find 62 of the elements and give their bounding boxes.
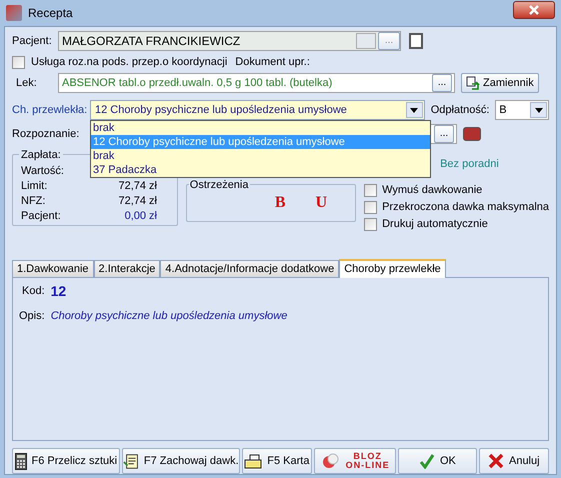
bloz-online-button[interactable]: BLOZ ON-LINE <box>314 448 396 474</box>
caret-icon <box>406 102 423 118</box>
swap-icon <box>466 76 480 90</box>
field-label: Kod: <box>22 284 45 300</box>
tab[interactable]: 4.Adnotacje/Informacje dodatkowe <box>160 260 340 277</box>
field-label: Lek: <box>15 76 38 91</box>
warning-mark: U <box>316 193 328 213</box>
checkmark-icon <box>418 453 435 469</box>
field-label: Odpłatność: <box>430 102 490 118</box>
checkbox[interactable] <box>12 56 25 68</box>
action-button[interactable]: Anuluj <box>478 448 549 474</box>
field-label: Opis: <box>19 309 45 324</box>
tab[interactable]: 1.Dawkowanie <box>12 260 94 277</box>
checkbox[interactable] <box>364 200 378 214</box>
substitute-button[interactable]: Zamiennik <box>461 73 539 93</box>
window-title: Recepta <box>28 5 74 22</box>
amount-value: 72,74 zł <box>117 194 157 210</box>
action-button[interactable]: OK <box>398 448 477 474</box>
description-value: Choroby psychiczne lub upośledzenia umysłowe <box>50 309 288 324</box>
folder-icon <box>244 454 262 468</box>
cross-icon <box>488 453 504 469</box>
app-icon <box>6 5 22 21</box>
close-button[interactable] <box>513 1 555 19</box>
warning-mark: B <box>274 193 286 213</box>
dropdown-option[interactable]: 37 Padaczka <box>91 163 430 177</box>
code-value: 12 <box>50 282 66 301</box>
caret-icon <box>530 102 547 118</box>
chronic-disease-dropdown[interactable]: 12 Choroby psychiczne lub upośledzenia umysłowe <box>90 100 425 120</box>
checkbox-label: Drukuj automatycznie <box>382 216 488 232</box>
browse-button[interactable]: ... <box>434 125 454 143</box>
dropdown-option[interactable]: brak <box>91 121 430 135</box>
patient-field[interactable]: MAŁGORZATA FRANCIKIEWICZ ... <box>58 31 401 51</box>
document-icon <box>122 452 139 470</box>
pill-icon <box>320 453 341 469</box>
amount-value: 72,74 zł <box>117 179 157 194</box>
checkbox[interactable] <box>364 184 378 196</box>
field-label: Rozpoznanie: <box>12 126 80 142</box>
field-label: Ch. przewlekła: <box>12 102 86 118</box>
action-button[interactable]: F7 Zachowaj dawk. <box>122 448 240 474</box>
browse-button[interactable]: ... <box>432 74 452 92</box>
field-label: Wartość: <box>21 164 65 180</box>
tab[interactable]: 2.Interakcje <box>94 260 160 277</box>
action-button[interactable]: F6 Przelicz sztuki <box>12 448 120 474</box>
action-button[interactable]: F5 Karta <box>242 448 312 474</box>
status-text: Bez poradni <box>440 157 500 172</box>
close-icon <box>528 5 540 15</box>
checkbox-label: Usługa roz.na pods. przep.o koordynacji <box>31 54 228 70</box>
field-label: Pacjent: <box>12 34 53 49</box>
drug-field[interactable]: ABSENOR tabl.o przedł.uwaln. 0,5 g 100 tabl. (butelka) ... <box>58 73 455 93</box>
calculator-icon <box>14 452 27 470</box>
checkbox-label: Przekroczona dawka maksymalna <box>382 200 549 215</box>
dropdown-option[interactable]: brak <box>91 149 430 163</box>
checkbox-label: Wymuś dawkowanie <box>382 182 482 198</box>
field-label: Pacjent: <box>21 209 62 224</box>
checkbox[interactable] <box>364 218 378 230</box>
field-label: Limit: <box>21 179 48 194</box>
field-label: Dokument upr.: <box>235 54 310 70</box>
group-title: Zapłata: <box>19 147 63 164</box>
amount-value: 0,00 zł <box>124 209 157 224</box>
payment-level-dropdown[interactable]: B <box>495 100 549 120</box>
field-label: NFZ: <box>21 194 46 210</box>
tab[interactable]: Choroby przewlekłe <box>339 259 446 278</box>
